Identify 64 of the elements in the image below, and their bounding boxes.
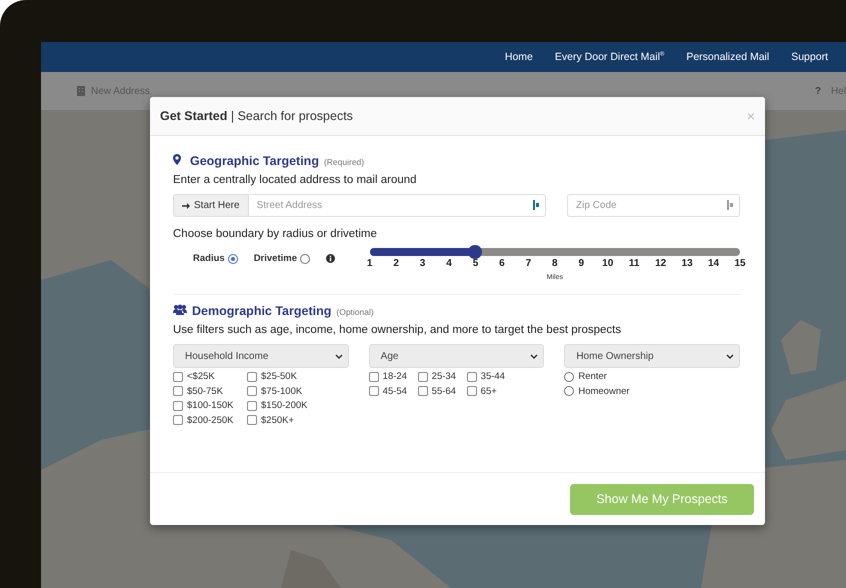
radius-slider[interactable] (370, 248, 740, 256)
start-here-button[interactable]: Start Here (173, 194, 249, 217)
radio-option[interactable]: Homeowner (564, 386, 684, 397)
checkbox-option[interactable]: 35-44 (466, 371, 511, 382)
nav-link[interactable]: Every Door Direct Mail$^{®}$ (554, 51, 664, 63)
tick-label: 1 (366, 258, 372, 269)
chevron-down-icon (334, 354, 343, 358)
filter-select[interactable]: Age (368, 344, 544, 368)
field-icon (533, 200, 539, 210)
nav-link[interactable]: Support (791, 51, 828, 63)
checkbox-option[interactable]: $100-150K (173, 400, 242, 412)
users-icon (173, 304, 187, 315)
tick-label: 8 (552, 258, 558, 269)
checkbox-option[interactable]: $150-200K (247, 400, 316, 412)
boundary-prompt: Choose boundary by radius or drivetime (173, 228, 378, 240)
checkbox-option[interactable]: 65+ (466, 386, 511, 397)
zip-code-field[interactable]: Zip Code (567, 194, 740, 217)
chevron-down-icon (530, 354, 538, 358)
building-icon (77, 86, 85, 96)
section-heading: Geographic Targeting (190, 154, 319, 168)
filter-select[interactable]: Household Income (173, 344, 349, 368)
checkbox-option[interactable]: 18-24 (368, 371, 413, 382)
checkbox-option[interactable]: $200-250K (173, 414, 242, 426)
tick-label: 10 (602, 258, 614, 269)
street-address-field[interactable]: Street Address (248, 194, 546, 217)
tick-label: 9 (578, 258, 584, 269)
checkbox-option[interactable]: $75-100K (247, 386, 316, 397)
checkbox-option[interactable]: 55-64 (418, 386, 462, 397)
tick-label: 12 (655, 258, 666, 269)
checkbox-option[interactable]: $50-75K (173, 386, 242, 397)
help-icon: ? (814, 86, 821, 96)
mode-radio[interactable]: Radius (193, 253, 238, 264)
required-note: (Required) (324, 157, 364, 167)
nav-link[interactable]: Home (504, 51, 533, 63)
slider-handle[interactable] (468, 245, 482, 259)
modal-title: Get Started | Search for prospects (160, 109, 353, 123)
tick-label: 13 (682, 258, 693, 269)
tick-label: 4 (446, 258, 452, 269)
checkbox-option[interactable]: 25-34 (418, 371, 462, 382)
mode-radio[interactable]: Drivetime (254, 253, 310, 264)
tick-label: 14 (708, 258, 720, 269)
tick-label: 11 (628, 258, 640, 269)
radio-option[interactable]: Renter (564, 371, 684, 382)
tick-label: 15 (734, 258, 746, 269)
checkbox-option[interactable]: 45-54 (368, 386, 413, 397)
filters-prompt: Use filters such as age, income, home ownership, and more to target the best prospects (173, 324, 622, 336)
chevron-down-icon (726, 354, 734, 358)
info-icon (326, 254, 335, 263)
checkbox-option[interactable]: <$25K (173, 371, 242, 382)
checkbox-option[interactable]: $25-50K (247, 371, 316, 382)
tick-label: 6 (499, 258, 505, 269)
filter-select[interactable]: Home Ownership (564, 344, 740, 368)
tick-label: 7 (526, 258, 532, 269)
nav-link[interactable]: Personalized Mail (686, 51, 770, 63)
section-heading: Demographic Targeting (192, 304, 332, 318)
arrow-right-icon (182, 202, 190, 210)
field-icon (727, 200, 733, 210)
address-prompt: Enter a centrally located address to mail around (173, 174, 418, 186)
checkbox-option[interactable]: $250K+ (247, 414, 316, 426)
tick-label: 3 (420, 258, 426, 269)
tick-label: 5 (472, 258, 478, 269)
map-pin-icon (173, 154, 181, 165)
tick-label: 2 (393, 258, 399, 269)
optional-note: (Optional) (336, 307, 374, 317)
